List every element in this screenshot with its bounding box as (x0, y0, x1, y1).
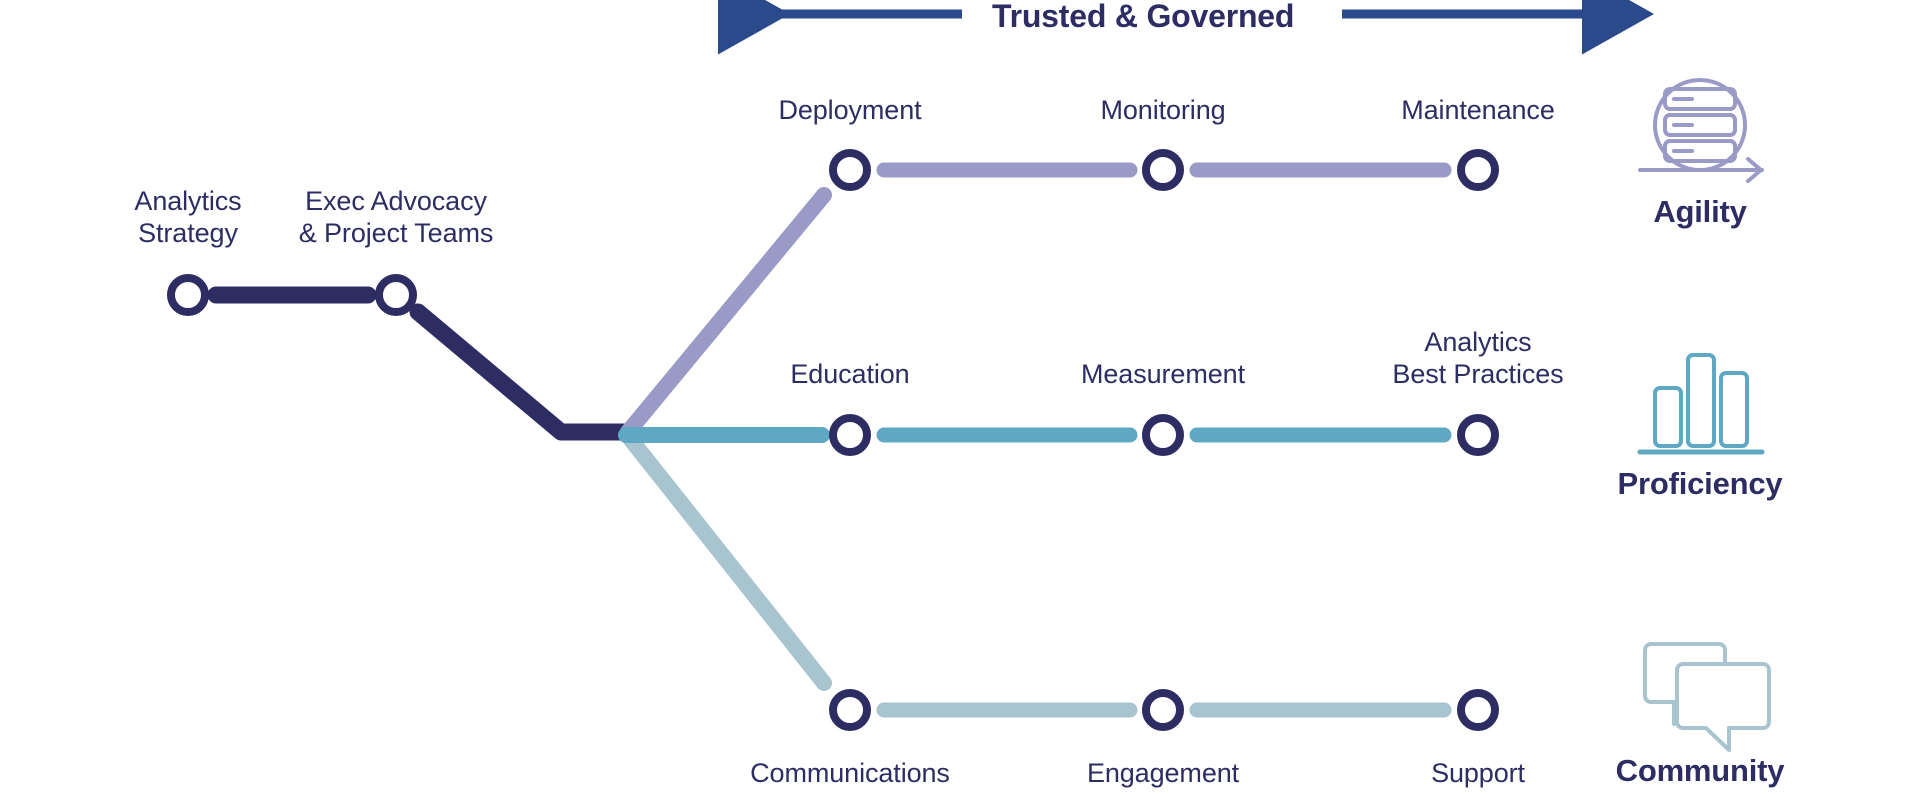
node-education[interactable] (829, 414, 871, 456)
label-deployment: Deployment (778, 95, 922, 125)
trunk-segment-exec-to-junction (409, 303, 639, 441)
speech-bubbles-icon (1643, 642, 1771, 752)
label-communications: Communications (750, 758, 950, 788)
label-analytics-best-practices: Analytics Best Practices (1392, 327, 1564, 389)
node-communications[interactable] (829, 689, 871, 731)
node-measurement[interactable] (1142, 414, 1184, 456)
bar-chart-icon (1637, 353, 1765, 455)
node-analytics-strategy[interactable] (167, 274, 209, 316)
proficiency-row (829, 414, 1499, 456)
node-engagement[interactable] (1142, 689, 1184, 731)
label-maintenance: Maintenance (1401, 95, 1555, 125)
server-stack-arrow-icon (1638, 78, 1764, 183)
node-analytics-best-practices[interactable] (1457, 414, 1499, 456)
pillar-label-agility: Agility (1653, 194, 1747, 229)
trunk-path (207, 286, 639, 441)
diagram-canvas: Trusted & Governed Analytics Strategy Ex… (0, 0, 1920, 794)
node-monitoring[interactable] (1142, 149, 1184, 191)
pillar-label-proficiency: Proficiency (1617, 466, 1783, 501)
branch-diagonals (618, 187, 832, 691)
node-support[interactable] (1457, 689, 1499, 731)
page-title: Trusted & Governed (992, 0, 1295, 34)
community-row (829, 689, 1499, 731)
label-measurement: Measurement (1081, 359, 1245, 389)
label-exec-advocacy: Exec Advocacy & Project Teams (298, 186, 494, 248)
label-monitoring: Monitoring (1100, 95, 1226, 125)
agility-diagonal (620, 187, 832, 440)
node-exec-advocacy[interactable] (375, 274, 417, 316)
community-diagonal (620, 428, 832, 691)
pillar-label-community: Community (1615, 753, 1785, 788)
label-engagement: Engagement (1086, 758, 1240, 788)
node-maintenance[interactable] (1457, 149, 1499, 191)
node-deployment[interactable] (829, 149, 871, 191)
agility-row (829, 149, 1499, 191)
label-education: Education (790, 359, 910, 389)
